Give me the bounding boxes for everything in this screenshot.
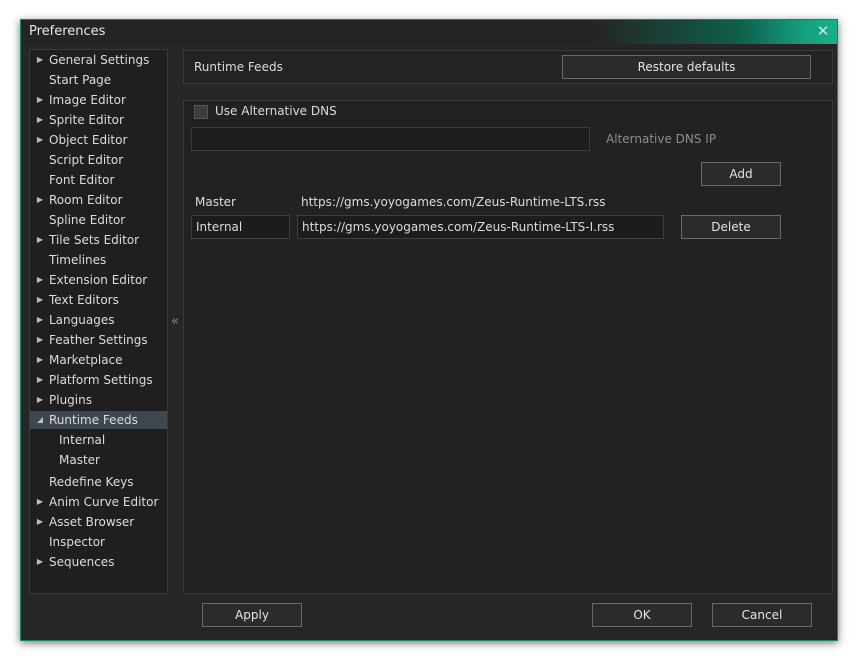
tree-child-item[interactable]: Master <box>30 451 167 469</box>
tree-item-label: Script Editor <box>49 153 124 167</box>
restore-defaults-button[interactable]: Restore defaults <box>562 55 811 79</box>
feed-url[interactable]: https://gms.yoyogames.com/Zeus-Runtime-L… <box>297 215 664 239</box>
tree-item[interactable]: ▶ Platform Settings <box>30 371 167 389</box>
expand-arrow-icon[interactable]: ▶ <box>36 111 44 129</box>
tree-item[interactable]: Redefine Keys <box>30 473 167 491</box>
tree-item[interactable]: Timelines <box>30 251 167 269</box>
tree-item[interactable]: ▶ Feather Settings <box>30 331 167 349</box>
expand-arrow-icon[interactable]: ▶ <box>36 371 44 389</box>
tree-item-label: Feather Settings <box>49 333 148 347</box>
feed-name[interactable]: Master <box>191 191 290 215</box>
window-title: Preferences <box>29 24 106 39</box>
tree-item-label: Redefine Keys <box>49 475 134 489</box>
tree-item-label: Sequences <box>49 555 115 569</box>
close-icon[interactable]: ✕ <box>815 22 831 40</box>
expand-arrow-icon[interactable]: ▶ <box>36 51 44 69</box>
tree-child-item[interactable]: Internal <box>30 431 167 449</box>
ok-button[interactable]: OK <box>592 603 692 627</box>
alternative-dns-ip-label: Alternative DNS IP <box>606 132 717 146</box>
tree-item-label: General Settings <box>49 53 150 67</box>
tree-item-label: Runtime Feeds <box>49 413 138 427</box>
section-title: Runtime Feeds <box>194 60 283 74</box>
collapse-sidebar-icon[interactable]: « <box>170 314 180 330</box>
tree-item[interactable]: ▶ Extension Editor <box>30 271 167 289</box>
tree-item[interactable]: ▶ Room Editor <box>30 191 167 209</box>
expand-arrow-icon[interactable]: ▶ <box>36 231 44 249</box>
tree-item[interactable]: ▶ Asset Browser <box>30 513 167 531</box>
expand-arrow-icon[interactable]: ▶ <box>36 513 44 531</box>
tree-item[interactable]: ◢ Runtime Feeds <box>30 411 167 429</box>
tree-item-label: Text Editors <box>49 293 119 307</box>
expanded-arrow-icon[interactable]: ◢ <box>36 411 44 429</box>
tree-item-label: Plugins <box>49 393 92 407</box>
tree-item-label: Start Page <box>49 73 112 87</box>
tree-item[interactable]: ▶ Sequences <box>30 553 167 571</box>
expand-arrow-icon[interactable]: ▶ <box>36 91 44 109</box>
tree-item-label: Spline Editor <box>49 213 126 227</box>
use-alternative-dns-label[interactable]: Use Alternative DNS <box>215 104 337 118</box>
expand-arrow-icon[interactable]: ▶ <box>36 331 44 349</box>
tree-item-label: Sprite Editor <box>49 113 124 127</box>
tree-item-label: Room Editor <box>49 193 123 207</box>
add-button[interactable]: Add <box>701 162 781 186</box>
expand-arrow-icon[interactable]: ▶ <box>36 311 44 329</box>
tree-item-label: Marketplace <box>49 353 123 367</box>
tree-item-label: Master <box>59 453 100 467</box>
tree-item-label: Timelines <box>49 253 107 267</box>
cancel-button[interactable]: Cancel <box>712 603 812 627</box>
tree-item[interactable]: ▶ Anim Curve Editor <box>30 493 167 511</box>
tree-item-label: Font Editor <box>49 173 115 187</box>
tree-item-label: Anim Curve Editor <box>49 495 159 509</box>
preferences-window: Preferences ✕ ▶ General Settings Start Pag… <box>20 19 838 641</box>
expand-arrow-icon[interactable]: ▶ <box>36 351 44 369</box>
tree-item-label: Image Editor <box>49 93 126 107</box>
tree-item[interactable]: ▶ Text Editors <box>30 291 167 309</box>
tree-item[interactable]: ▶ Image Editor <box>30 91 167 109</box>
expand-arrow-icon[interactable]: ▶ <box>36 271 44 289</box>
tree-item[interactable]: ▶ Marketplace <box>30 351 167 369</box>
tree-item-label: Languages <box>49 313 115 327</box>
tree-item[interactable]: Start Page <box>30 71 167 89</box>
tree-item-label: Internal <box>59 433 106 447</box>
tree-item[interactable]: Font Editor <box>30 171 167 189</box>
preferences-tree: ▶ General Settings Start Page ▶ Image Editor… <box>29 49 168 594</box>
feed-name[interactable]: Internal <box>191 215 290 239</box>
expand-arrow-icon[interactable]: ▶ <box>36 131 44 149</box>
tree-item-label: Asset Browser <box>49 515 135 529</box>
tree-item[interactable]: ▶ General Settings <box>30 51 167 69</box>
tree-item-label: Inspector <box>49 535 105 549</box>
title-bar[interactable]: Preferences ✕ <box>21 20 837 44</box>
tree-item[interactable]: ▶ Plugins <box>30 391 167 409</box>
tree-item[interactable]: ▶ Object Editor <box>30 131 167 149</box>
tree-item-label: Platform Settings <box>49 373 153 387</box>
tree-item[interactable]: ▶ Languages <box>30 311 167 329</box>
tree-item-label: Tile Sets Editor <box>49 233 140 247</box>
expand-arrow-icon[interactable]: ▶ <box>36 191 44 209</box>
alternative-dns-ip-input[interactable] <box>191 127 590 151</box>
feed-url[interactable]: https://gms.yoyogames.com/Zeus-Runtime-L… <box>297 191 664 215</box>
runtime-feeds-panel: Use Alternative DNS Alternative DNS IP A… <box>183 100 833 594</box>
tree-item-label: Object Editor <box>49 133 128 147</box>
tree-item[interactable]: ▶ Sprite Editor <box>30 111 167 129</box>
tree-item[interactable]: Inspector <box>30 533 167 551</box>
expand-arrow-icon[interactable]: ▶ <box>36 553 44 571</box>
tree-item-label: Extension Editor <box>49 273 148 287</box>
expand-arrow-icon[interactable]: ▶ <box>36 291 44 309</box>
use-alternative-dns-checkbox[interactable] <box>194 105 208 119</box>
section-header: Runtime Feeds Restore defaults <box>183 50 833 84</box>
tree-item[interactable]: Script Editor <box>30 151 167 169</box>
expand-arrow-icon[interactable]: ▶ <box>36 493 44 511</box>
tree-item[interactable]: Spline Editor <box>30 211 167 229</box>
apply-button[interactable]: Apply <box>202 603 302 627</box>
delete-button[interactable]: Delete <box>681 215 781 239</box>
tree-item[interactable]: ▶ Tile Sets Editor <box>30 231 167 249</box>
expand-arrow-icon[interactable]: ▶ <box>36 391 44 409</box>
